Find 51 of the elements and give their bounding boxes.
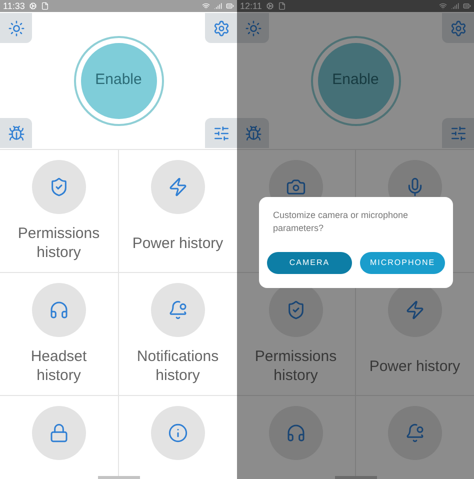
tile-label: Permissions history [16,224,101,262]
info-icon [168,423,188,443]
signal-icon [451,2,459,10]
dialog-button[interactable]: MICROPHONE [360,252,445,274]
wifi-icon [202,2,210,10]
headphones-icon [286,423,306,443]
corner-button[interactable] [442,118,474,148]
settings-icon [212,20,230,36]
card-icon [40,2,49,10]
tile-label: Headset history [30,347,88,385]
corner-button[interactable] [0,13,32,43]
corner-button[interactable] [205,118,237,148]
signal-icon [214,2,222,10]
corner-button[interactable] [237,13,269,43]
gear-icon [28,2,37,10]
sun-icon [244,20,262,36]
gear-icon [266,2,274,10]
battery-icon [463,2,471,10]
shield-check-icon [48,177,69,197]
bell-icon [168,300,188,320]
tile-label: Power history [369,356,460,376]
camera-icon [286,177,306,197]
tile-label: Power history [132,234,224,252]
headphones-icon [48,300,69,320]
status-time: 12:11 [240,1,262,11]
tile-label: Permissions history [254,347,338,385]
lock-icon [48,423,69,443]
dialog-button[interactable]: CAMERA [267,252,352,274]
navigation-handle[interactable] [335,476,377,479]
navigation-handle[interactable] [98,476,140,479]
corner-button[interactable] [205,13,237,43]
status-time: 11:33 [3,1,25,11]
corner-button[interactable] [237,118,269,148]
dialog-message: Customize camera or microphone parameters? [272,209,410,235]
bell-icon [404,423,425,443]
card-icon [278,2,286,10]
sliders-icon [212,124,230,142]
corner-button[interactable] [0,118,32,148]
bug-icon [8,124,24,142]
bug-icon [244,124,262,142]
settings-icon [450,20,466,36]
sliders-icon [450,124,466,142]
lightning-icon [404,300,425,320]
battery-icon [226,2,234,10]
sun-icon [8,20,24,36]
tile-label: Notifications history [136,347,220,385]
wifi-icon [439,2,447,10]
lightning-icon [168,177,188,197]
shield-check-icon [286,300,306,320]
corner-button[interactable] [442,13,474,43]
enable-button[interactable]: Enable [80,42,156,118]
